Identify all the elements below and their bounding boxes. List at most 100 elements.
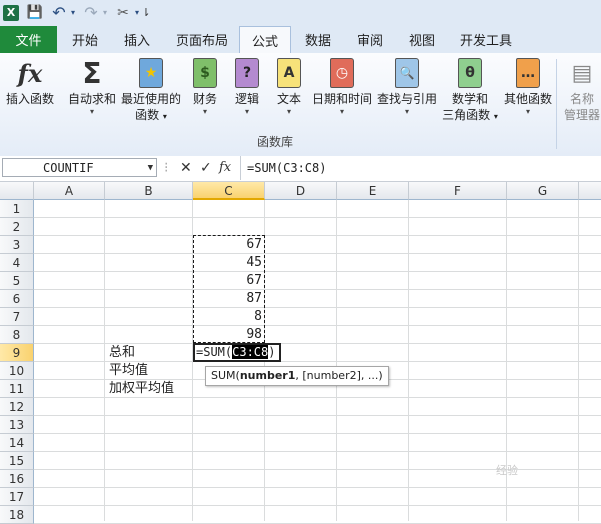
logical-label: 逻辑 [234, 92, 259, 106]
row-header[interactable]: 9 [0, 344, 34, 362]
selected-range-reference: C3:C8 [232, 345, 269, 359]
row-gridline [34, 415, 601, 416]
row-header[interactable]: 3 [0, 236, 34, 254]
recent-book-icon: ★ [136, 57, 166, 89]
tab-review[interactable]: 审阅 [348, 26, 392, 53]
column-header-a[interactable]: A [34, 182, 105, 200]
row-header[interactable]: 18 [0, 506, 34, 524]
column-header-b[interactable]: B [105, 182, 193, 200]
row-gridline [34, 487, 601, 488]
column-gridline [104, 200, 105, 521]
column-header-e[interactable]: E [337, 182, 409, 200]
sigma-icon: Σ [82, 56, 102, 90]
date-time-dropdown-icon: ▾ [339, 107, 344, 116]
text-book-icon: A [274, 57, 304, 89]
row-header[interactable]: 14 [0, 434, 34, 452]
customize-qat-icon[interactable]: ⇂ [140, 3, 152, 22]
name-box-dropdown-icon[interactable]: ▼ [148, 159, 153, 178]
insert-function-icon[interactable]: fx [219, 160, 231, 175]
copy-range-marquee [193, 235, 265, 343]
lookup-reference-button[interactable]: 🔍 查找与引用 ▾ [376, 57, 438, 117]
text-dropdown-icon: ▾ [286, 107, 291, 116]
redo-icon[interactable]: ↷ [82, 3, 100, 22]
row-gridline [34, 325, 601, 326]
more-functions-label: 其他函数 [503, 92, 552, 106]
row-header[interactable]: 12 [0, 398, 34, 416]
logical-button[interactable]: ? 逻辑 ▾ [230, 57, 264, 117]
redo-dropdown-icon[interactable]: ▾ [100, 3, 110, 22]
financial-label: 财务 [192, 92, 217, 106]
tab-insert[interactable]: 插入 [114, 26, 160, 53]
row-header[interactable]: 6 [0, 290, 34, 308]
text-button[interactable]: A 文本 ▾ [272, 57, 306, 117]
row-header[interactable]: 10 [0, 362, 34, 380]
tab-developer[interactable]: 开发工具 [455, 26, 517, 53]
lookup-reference-label: 查找与引用 [376, 92, 437, 106]
column-header-h[interactable] [579, 182, 601, 200]
undo-dropdown-icon[interactable]: ▾ [68, 3, 78, 22]
row-header[interactable]: 5 [0, 272, 34, 290]
cell-b10[interactable]: 平均值 [109, 362, 148, 380]
name-manager-button[interactable]: ▤ 名称 管理器 [562, 57, 601, 123]
column-gridline [578, 200, 579, 521]
tab-data[interactable]: 数据 [296, 26, 340, 53]
row-header[interactable]: 8 [0, 326, 34, 344]
row-gridline [34, 307, 601, 308]
tab-home[interactable]: 开始 [60, 26, 110, 53]
cell-b9[interactable]: 总和 [109, 344, 135, 362]
row-header[interactable]: 7 [0, 308, 34, 326]
function-signature-tooltip[interactable]: SUM(number1, [number2], ...) [205, 366, 389, 386]
column-header-d[interactable]: D [265, 182, 337, 200]
insert-function-button[interactable]: fx 插入函数 [4, 57, 56, 107]
name-manager-label: 名称 [569, 92, 594, 106]
tab-formulas[interactable]: 公式 [239, 26, 291, 54]
financial-button[interactable]: $ 财务 ▾ [188, 57, 222, 117]
cancel-icon[interactable]: ✕ [180, 160, 192, 176]
enter-icon[interactable]: ✓ [200, 160, 212, 176]
tab-page-layout[interactable]: 页面布局 [168, 26, 236, 53]
name-manager-icon: ▤ [571, 60, 593, 86]
row-header[interactable]: 13 [0, 416, 34, 434]
math-trig-sublabel: 三角函数 ▾ [442, 108, 498, 122]
tab-view[interactable]: 视图 [400, 26, 444, 53]
row-header[interactable]: 2 [0, 218, 34, 236]
row-header[interactable]: 15 [0, 452, 34, 470]
watermark: 经验 [496, 464, 518, 477]
tools-icon[interactable]: ✂ [114, 3, 132, 22]
group-divider [556, 59, 557, 149]
column-header-f[interactable]: F [409, 182, 507, 200]
select-all-corner[interactable] [0, 182, 34, 200]
column-gridline [336, 200, 337, 521]
date-time-button[interactable]: ◷ 日期和时间 ▾ [311, 57, 373, 117]
save-icon[interactable]: 💾 [26, 3, 44, 22]
column-header-c[interactable]: C [193, 182, 265, 200]
row-header[interactable]: 1 [0, 200, 34, 218]
row-header[interactable]: 4 [0, 254, 34, 272]
row-header[interactable]: 16 [0, 470, 34, 488]
autosum-label: 自动求和 [67, 92, 116, 106]
recently-used-sublabel: 函数 ▾ [135, 108, 167, 122]
tab-file[interactable]: 文件 [0, 26, 57, 53]
row-gridline [34, 235, 601, 236]
more-functions-dropdown-icon: ▾ [525, 107, 530, 116]
lookup-reference-dropdown-icon: ▾ [404, 107, 409, 116]
cell-b11[interactable]: 加权平均值 [109, 380, 174, 398]
row-gridline [34, 505, 601, 506]
undo-icon[interactable]: ↶ [50, 3, 68, 22]
more-functions-button[interactable]: … 其他函数 ▾ [502, 57, 554, 117]
row-header[interactable]: 11 [0, 380, 34, 398]
name-box[interactable]: COUNTIF ▼ [2, 158, 157, 177]
lookup-book-icon: 🔍 [392, 57, 422, 89]
text-label: 文本 [276, 92, 301, 106]
recently-used-button[interactable]: ★ 最近使用的 函数 ▾ [120, 57, 182, 125]
autosum-dropdown-icon: ▾ [89, 107, 94, 116]
quick-access-toolbar: X 💾 ↶ ▾ ↷ ▾ ✂ ▾ ⇂ [0, 0, 601, 26]
column-header-g[interactable]: G [507, 182, 579, 200]
row-header[interactable]: 17 [0, 488, 34, 506]
formula-input[interactable]: =SUM(C3:C8) [240, 156, 601, 180]
autosum-button[interactable]: Σ 自动求和 ▾ [66, 57, 118, 117]
active-cell-editor[interactable]: =SUM(C3:C8) [193, 343, 281, 362]
row-gridline [34, 217, 601, 218]
math-trig-button[interactable]: θ 数学和 三角函数 ▾ [440, 57, 500, 125]
recently-used-label: 最近使用的 [120, 92, 181, 106]
